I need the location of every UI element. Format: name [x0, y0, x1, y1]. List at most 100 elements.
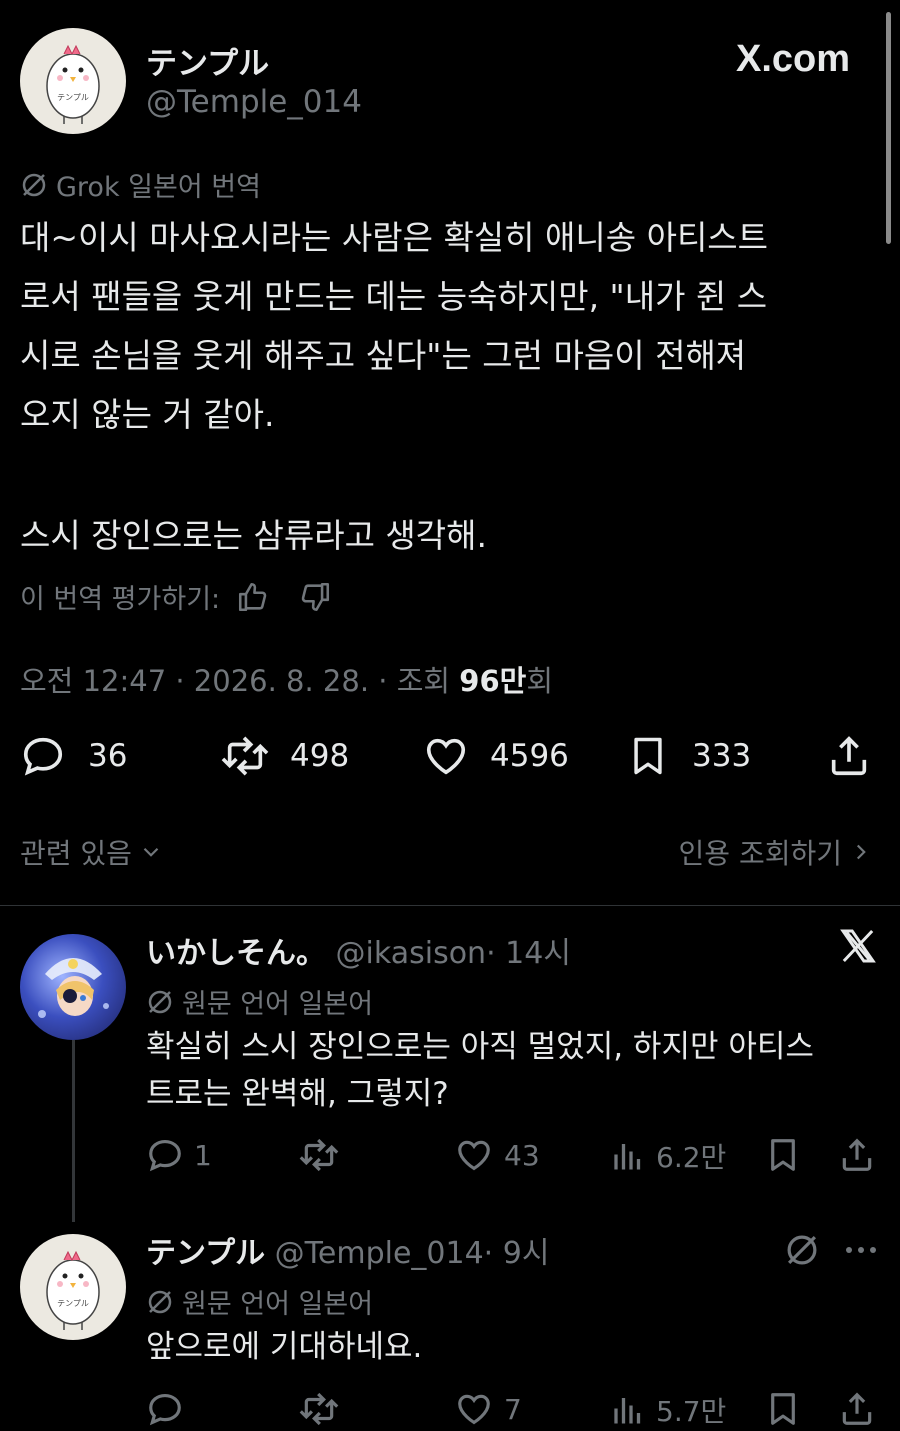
bookmark-count: 333 [692, 738, 752, 774]
views-icon [610, 1137, 646, 1175]
like-count: 7 [504, 1392, 522, 1426]
grok-icon [146, 1288, 174, 1316]
translation-label: 원문 언어 일본어 [182, 989, 374, 1020]
svg-text:テンプル: テンプル [57, 1299, 89, 1308]
reply-body: 확실히 스시 장인으로는 아직 멀었지, 하지만 아티스 트로는 완벽해, 그렇… [146, 1024, 814, 1118]
reply-handle[interactable]: @ikasison [336, 936, 487, 971]
related-dropdown[interactable]: 관련 있음 [20, 832, 164, 872]
post-timestamp[interactable]: 오전 12:47 · 2026. 8. 28. · 조회 [20, 664, 450, 698]
share-button[interactable] [838, 1136, 876, 1174]
post-body-line: 로서 팬들을 웃게 만드는 데는 능숙하지만, "내가 쥔 스 [20, 277, 768, 316]
chick-avatar-drawing: テンプル [46, 44, 100, 124]
avatar[interactable]: テンプル [20, 28, 126, 134]
repost-button[interactable] [298, 1136, 340, 1174]
x-logo-icon[interactable]: X.com [736, 38, 850, 81]
reply-count: 36 [88, 738, 128, 774]
reply-button[interactable]: 36 [20, 733, 127, 779]
repost-icon [298, 1136, 340, 1174]
reply-time[interactable]: · 9시 [484, 1236, 550, 1271]
reply-display-name[interactable]: いかしそん。 [146, 936, 326, 971]
post-body-line: 시로 손님을 웃게 해주고 싶다"는 그런 마음이 전해져 [20, 336, 747, 375]
like-count: 43 [504, 1138, 540, 1172]
view-count: 96만 [459, 664, 527, 698]
reply-icon [146, 1136, 184, 1174]
views-icon [610, 1391, 646, 1429]
translation-label-row: Grok 일본어 번역 [20, 165, 261, 204]
repost-button[interactable] [298, 1390, 340, 1428]
divider [0, 905, 900, 906]
rate-translation-row: 이 번역 평가하기: [20, 577, 332, 616]
views-button[interactable]: 5.7만 [610, 1390, 726, 1430]
scrollbar[interactable] [886, 12, 891, 244]
reply-avatar[interactable]: テンプル [20, 1234, 126, 1340]
translation-label-row: 원문 언어 일본어 [146, 1282, 373, 1321]
bookmark-icon [626, 733, 670, 779]
rate-label: 이 번역 평가하기: [20, 584, 221, 615]
like-button[interactable]: 7 [454, 1390, 522, 1428]
reply-header: テンプル @Temple_014· 9시 [146, 1228, 549, 1272]
like-icon [454, 1136, 494, 1174]
reply-header: いかしそん。 @ikasison· 14시 [146, 928, 571, 972]
reply-icon [146, 1390, 184, 1428]
repost-icon [220, 733, 270, 779]
related-label: 관련 있음 [20, 837, 132, 870]
bookmark-button[interactable] [764, 1136, 802, 1174]
like-button[interactable]: 43 [454, 1136, 540, 1174]
like-button[interactable]: 4596 [422, 733, 569, 779]
view-quotes-link[interactable]: 인용 조회하기 [679, 832, 874, 872]
reply-avatar[interactable] [20, 934, 126, 1040]
reply-handle[interactable]: @Temple_014 [275, 1236, 484, 1271]
bookmark-button[interactable]: 333 [626, 733, 751, 779]
chevron-right-icon [848, 839, 874, 865]
reply-button[interactable] [146, 1390, 184, 1428]
views-button[interactable]: 6.2만 [610, 1136, 726, 1176]
quotes-label: 인용 조회하기 [678, 837, 842, 870]
translation-label: 원문 언어 일본어 [182, 1289, 374, 1320]
reply-display-name[interactable]: テンプル [146, 1236, 265, 1271]
thumbs-down-icon[interactable] [298, 580, 332, 614]
anime-avatar-drawing [38, 958, 109, 1018]
bookmark-icon [764, 1136, 802, 1174]
translation-label: Grok 일본어 번역 [56, 172, 261, 203]
grok-icon [146, 988, 174, 1016]
reply-button[interactable]: 1 [146, 1136, 212, 1174]
repost-count: 498 [290, 738, 350, 774]
thread-line [72, 1040, 75, 1222]
share-button[interactable] [838, 1390, 876, 1428]
reply-body-line: 앞으로에 기대하네요. [146, 1329, 423, 1365]
grok-icon [20, 171, 48, 199]
views-count: 5.7만 [656, 1395, 727, 1428]
more-icon[interactable] [842, 1236, 880, 1268]
handle[interactable]: @Temple_014 [146, 84, 362, 120]
share-icon [838, 1136, 876, 1174]
reply-body-line: 트로는 완벽해, 그렇지? [146, 1076, 449, 1112]
x-logo-icon[interactable] [838, 926, 878, 970]
reply-body: 앞으로에 기대하네요. [146, 1324, 422, 1371]
reply-body-line: 확실히 스시 장인으로는 아직 멀었지, 하지만 아티스 [146, 1029, 814, 1065]
thumbs-up-icon[interactable] [236, 580, 270, 614]
post-body-line: 스시 장인으로는 삼류라고 생각해. [20, 516, 487, 555]
post-meta: 오전 12:47 · 2026. 8. 28. · 조회 96만회 [20, 658, 553, 700]
svg-text:テンプル: テンプル [57, 93, 89, 102]
like-count: 4596 [490, 738, 569, 774]
reply-time[interactable]: · 14시 [486, 936, 571, 971]
like-icon [422, 733, 470, 779]
post-body-line: 오지 않는 거 같아. [20, 395, 275, 434]
display-name[interactable]: テンプル [146, 38, 269, 83]
chevron-down-icon [138, 839, 164, 865]
post-body-line: 대~이시 마사요시라는 사람은 확실히 애니송 아티스트 [20, 218, 769, 257]
views-count: 6.2만 [656, 1141, 727, 1174]
bookmark-icon [764, 1390, 802, 1428]
repost-button[interactable]: 498 [220, 733, 349, 779]
reply-icon [20, 733, 66, 779]
chick-avatar-drawing: テンプル [46, 1250, 100, 1330]
post-body: 대~이시 마사요시라는 사람은 확실히 애니송 아티스트 로서 팬들을 웃게 만… [20, 208, 880, 444]
bookmark-button[interactable] [764, 1390, 802, 1428]
view-count-suffix: 회 [526, 664, 554, 698]
reply-count: 1 [194, 1138, 212, 1172]
like-icon [454, 1390, 494, 1428]
share-icon [826, 733, 872, 779]
share-button[interactable] [826, 733, 872, 779]
translation-label-row: 원문 언어 일본어 [146, 982, 373, 1021]
grok-icon[interactable] [784, 1232, 820, 1272]
